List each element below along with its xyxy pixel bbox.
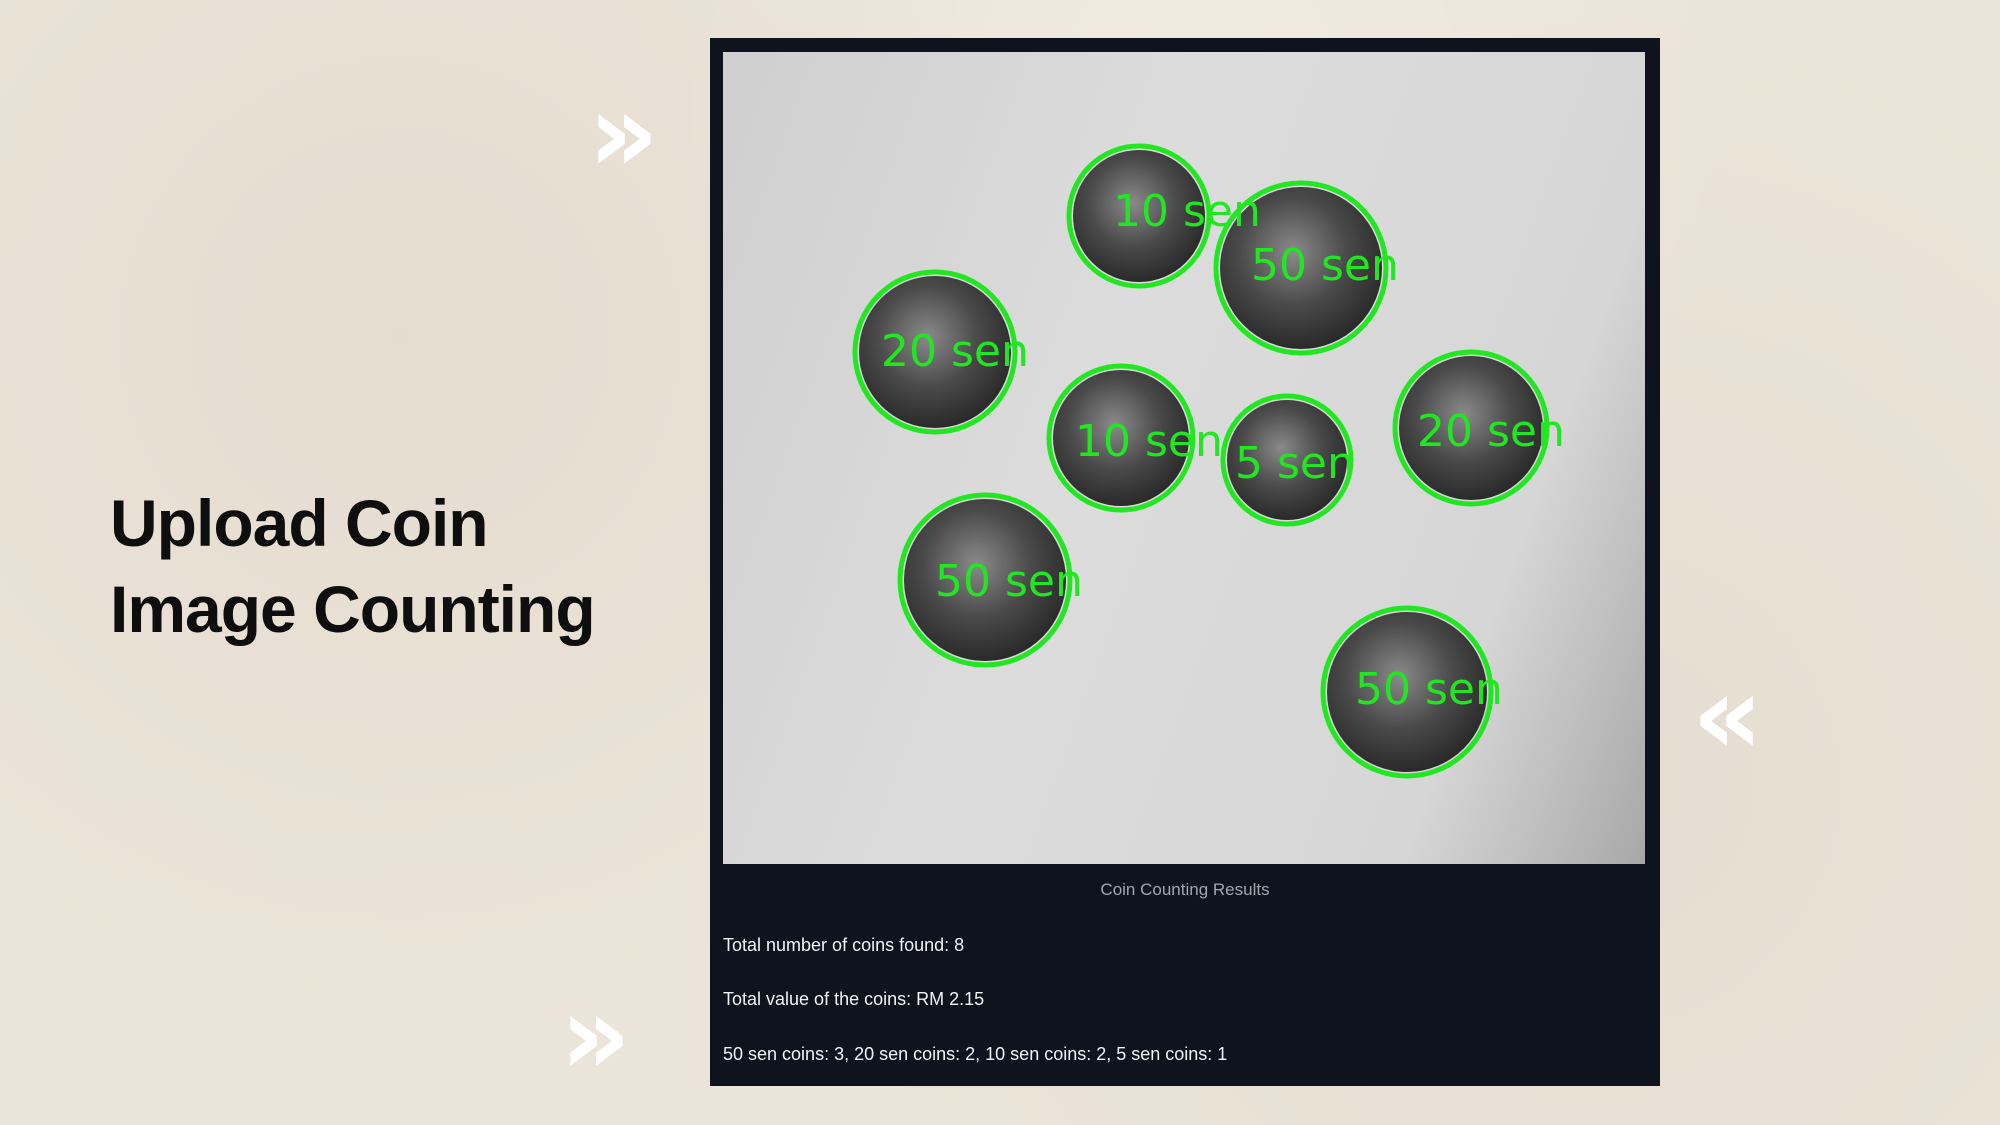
coin-label: 20 sen [1417,406,1565,457]
slide-title-line-1: Upload Coin [110,486,489,560]
chevron-right-icon: » [588,69,660,197]
image-caption: Coin Counting Results [1100,880,1270,899]
slide-title: Upload Coin Image Counting [110,480,630,652]
coin-result-image: 10 sen 50 sen 20 sen 10 sen 5 sen 20 sen 50 se… [723,52,1645,864]
coin-label: 5 sen [1235,438,1355,489]
coin-label: 10 sen [1075,416,1223,467]
slide-title-line-2: Image Counting [110,572,596,646]
coin-breakdown-text: 50 sen coins: 3, 20 sen coins: 2, 10 sen… [723,1044,1228,1064]
chevron-right-icon: » [560,971,632,1099]
chevron-left-icon: « [1692,651,1764,779]
coin-label: 50 sen [1251,240,1399,291]
results-panel: 10 sen 50 sen 20 sen 10 sen 5 sen 20 sen 50 se… [710,38,1660,1086]
coin-detection-overlay: 10 sen50 sen20 sen10 sen 5 sen20 sen50 se… [852,143,1565,779]
total-count-text: Total number of coins found: 8 [723,935,965,955]
total-value-text: Total value of the coins: RM 2.15 [723,989,985,1009]
coin-label: 20 sen [881,326,1029,377]
coin-label: 50 sen [1355,664,1503,715]
coin-label: 50 sen [935,556,1083,607]
coin-label: 10 sen [1113,186,1261,237]
